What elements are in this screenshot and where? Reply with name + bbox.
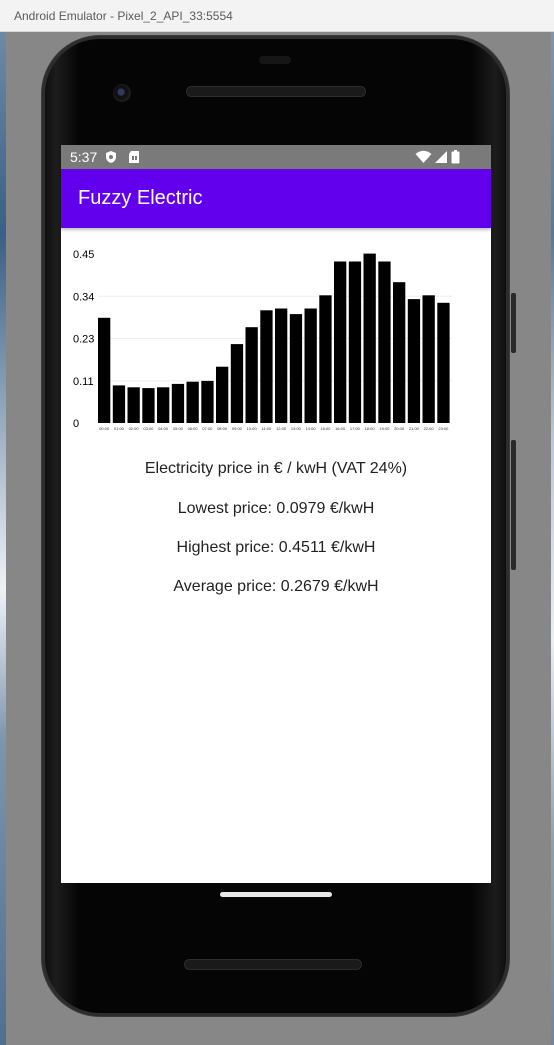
price-bar bbox=[171, 383, 185, 423]
home-indicator[interactable] bbox=[220, 892, 332, 897]
x-tick-label: 15:00 bbox=[320, 426, 331, 431]
price-bar bbox=[393, 282, 406, 423]
x-tick-label: 12:00 bbox=[276, 426, 287, 431]
sensor-slot bbox=[259, 56, 291, 64]
app-title: Fuzzy Electric bbox=[78, 187, 203, 209]
price-bar bbox=[289, 314, 303, 423]
price-bar bbox=[319, 295, 332, 423]
price-bar bbox=[201, 380, 214, 423]
status-bar: 5:37 bbox=[61, 145, 491, 169]
y-tick-label: 0 bbox=[73, 418, 79, 430]
x-tick-label: 22:00 bbox=[424, 426, 435, 431]
x-tick-label: 13:00 bbox=[291, 426, 302, 431]
x-tick-label: 00:00 bbox=[99, 426, 110, 431]
x-tick-label: 05:00 bbox=[173, 426, 184, 431]
x-tick-label: 17:00 bbox=[350, 426, 361, 431]
battery-icon bbox=[451, 150, 460, 164]
lowest-price-text: Lowest price: 0.0979 €/kwH bbox=[177, 500, 375, 517]
price-bar bbox=[157, 387, 170, 423]
shield-icon bbox=[106, 151, 116, 163]
price-bar bbox=[378, 261, 391, 423]
price-bar bbox=[334, 261, 347, 423]
price-bar bbox=[304, 308, 317, 423]
y-tick-label: 0.34 bbox=[73, 291, 94, 303]
average-price-text: Average price: 0.2679 €/kwH bbox=[173, 578, 379, 595]
y-tick-label: 0.23 bbox=[73, 334, 94, 346]
x-tick-label: 06:00 bbox=[188, 426, 199, 431]
x-tick-label: 19:00 bbox=[379, 426, 390, 431]
x-tick-label: 20:00 bbox=[394, 426, 405, 431]
app-bar: Fuzzy Electric bbox=[61, 169, 491, 228]
x-tick-label: 18:00 bbox=[365, 426, 376, 431]
price-bar bbox=[112, 385, 126, 423]
window-title: Android Emulator - Pixel_2_API_33:5554 bbox=[14, 9, 233, 23]
price-bar bbox=[127, 387, 140, 423]
x-tick-label: 01:00 bbox=[114, 426, 125, 431]
price-bar bbox=[142, 388, 155, 423]
earpiece-speaker bbox=[186, 86, 366, 97]
x-tick-label: 21:00 bbox=[409, 426, 420, 431]
y-tick-label: 0.45 bbox=[73, 249, 94, 261]
price-bar bbox=[363, 253, 376, 423]
x-tick-label: 03:00 bbox=[143, 426, 154, 431]
price-bar bbox=[348, 261, 362, 423]
price-bar bbox=[186, 381, 199, 423]
price-bar-chart: 0.45 0.34 0.23 0.11 0 00:00 01:00 02:00 03:00 04:… bbox=[73, 249, 452, 431]
price-bar bbox=[230, 344, 244, 423]
price-bar bbox=[407, 299, 421, 423]
x-tick-label: 07:00 bbox=[202, 426, 213, 431]
volume-button[interactable] bbox=[511, 440, 516, 570]
front-camera-icon bbox=[113, 84, 131, 102]
signal-icon bbox=[435, 151, 447, 163]
status-time: 5:37 bbox=[70, 149, 98, 165]
price-bar bbox=[245, 327, 258, 423]
price-bar bbox=[422, 295, 435, 423]
chart-caption: Electricity price in € / kwH (VAT 24%) bbox=[144, 460, 408, 477]
price-bar bbox=[260, 310, 273, 423]
bottom-speaker bbox=[184, 959, 362, 970]
x-tick-label: 02:00 bbox=[129, 426, 140, 431]
emulator-title-bar[interactable]: Android Emulator - Pixel_2_API_33:5554 bbox=[0, 0, 554, 32]
highest-price-text: Highest price: 0.4511 €/kwH bbox=[176, 539, 376, 556]
power-button[interactable] bbox=[511, 293, 516, 353]
x-tick-label: 11:00 bbox=[262, 426, 272, 431]
phone-screen: 5:37 Fuzzy Electric 0.45 0.34 0.23 0.11 0 00:… bbox=[61, 145, 491, 883]
x-tick-label: 09:00 bbox=[232, 426, 243, 431]
sim-card-icon bbox=[129, 151, 139, 163]
x-tick-label: 08:00 bbox=[217, 426, 228, 431]
wifi-icon bbox=[415, 150, 432, 163]
price-bar bbox=[437, 302, 450, 423]
price-bar bbox=[98, 317, 111, 423]
y-tick-label: 0.11 bbox=[73, 376, 94, 388]
x-tick-label: 10:00 bbox=[247, 426, 258, 431]
x-tick-label: 16:00 bbox=[335, 426, 346, 431]
x-tick-label: 14:00 bbox=[306, 426, 317, 431]
x-tick-label: 23:00 bbox=[438, 426, 449, 431]
price-bar bbox=[216, 366, 229, 423]
price-bar bbox=[275, 308, 288, 423]
x-tick-label: 04:00 bbox=[158, 426, 169, 431]
